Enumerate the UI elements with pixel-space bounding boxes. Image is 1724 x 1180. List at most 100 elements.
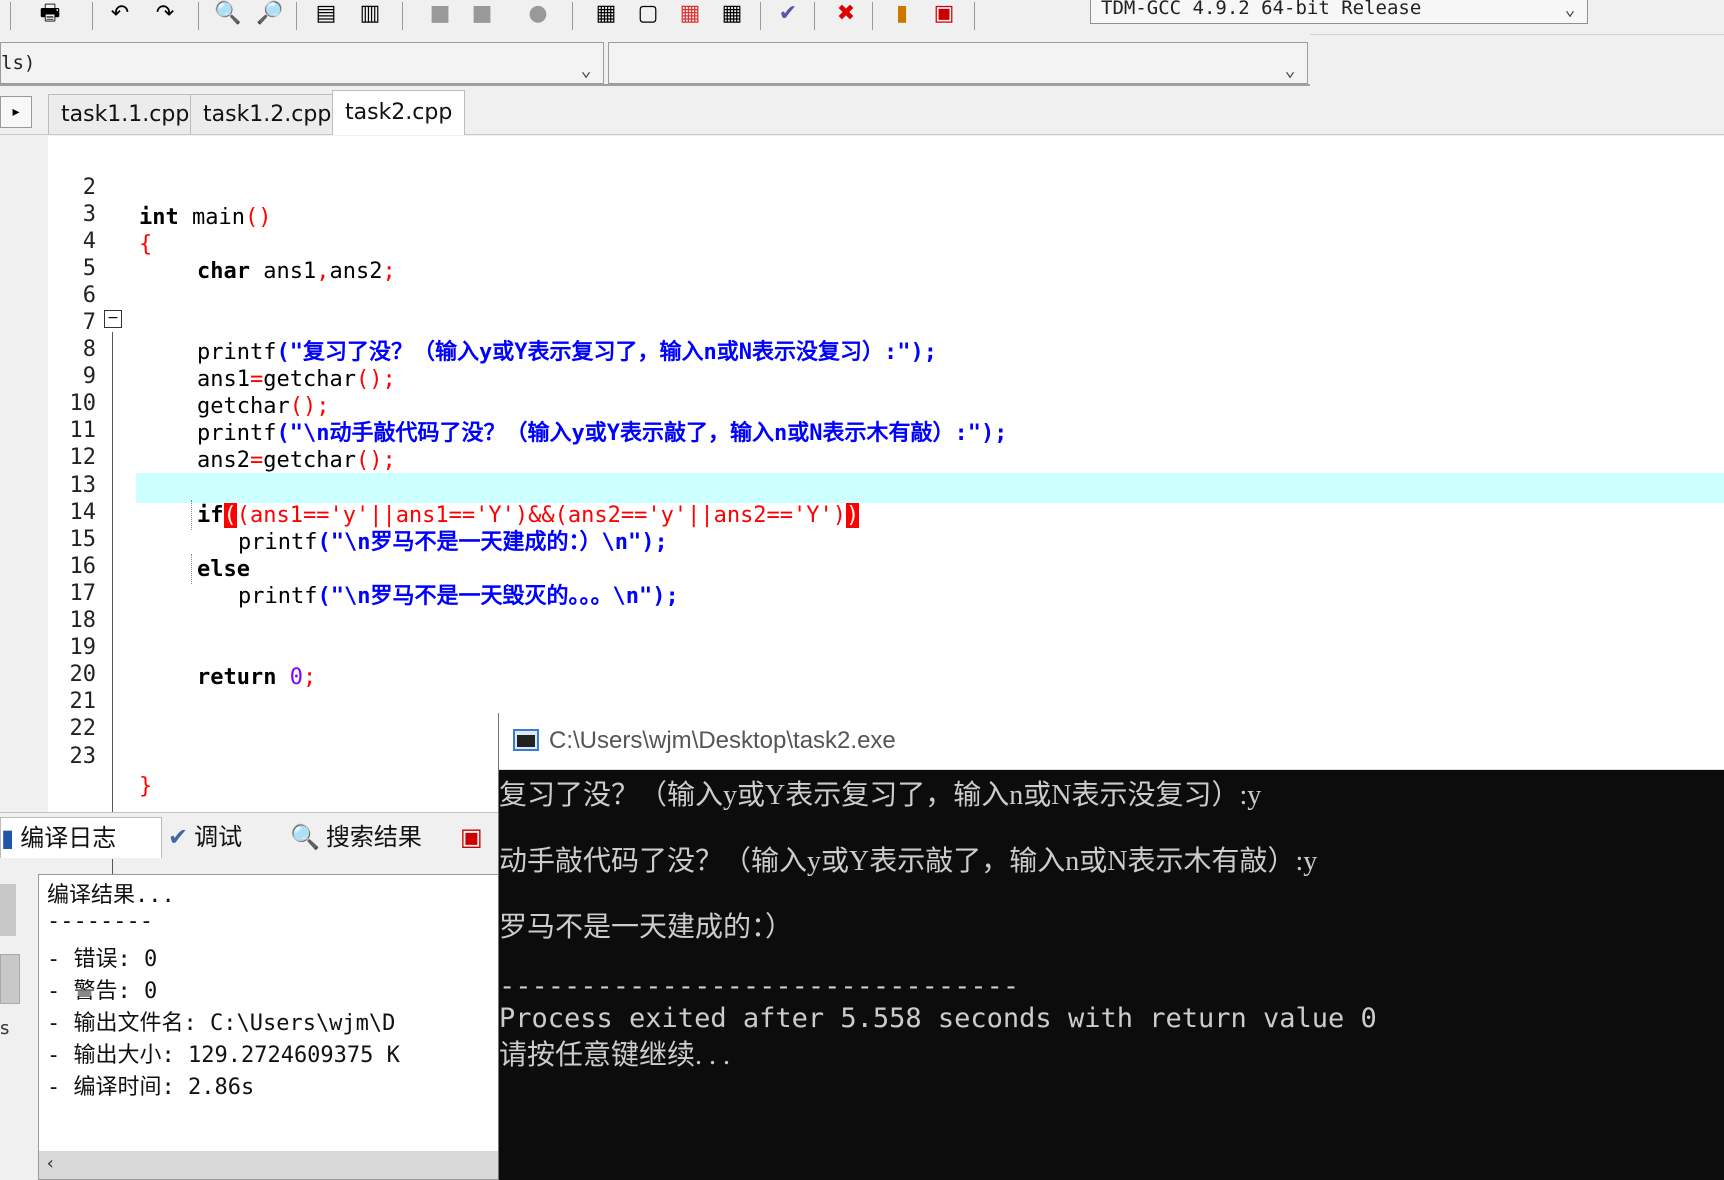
log-line: --------: [47, 909, 153, 934]
code-line: 17: [48, 549, 1724, 606]
code-line: 10 printf("\n动手敲代码了没？（输入y或Y表示敲了，输入n或N表示木…: [48, 359, 1724, 446]
console-line: Process exited after 5.558 seconds with …: [499, 1003, 1377, 1034]
tab-task1-2[interactable]: task1.2.cpp: [190, 94, 345, 134]
new-file-icon[interactable]: ▢: [628, 0, 668, 28]
code-line: 9 getchar();: [48, 332, 1724, 419]
class-browser-bar: ls) ⌄ ⌄: [0, 34, 1310, 86]
find-icon[interactable]: 🔍: [208, 0, 248, 28]
tab-close-icon[interactable]: ▣: [460, 817, 483, 857]
replace-icon[interactable]: 🔎: [250, 0, 290, 28]
console-line: 请按任意键继续. . .: [499, 1040, 731, 1071]
code-line: 6: [48, 251, 1724, 308]
code-line: 19 return 0;: [48, 603, 1724, 690]
code-line: 22: [48, 684, 1724, 741]
stop-icon[interactable]: ●: [518, 0, 558, 28]
log-line: - 警告: 0: [47, 979, 158, 1004]
toolbar-separator: [92, 2, 93, 30]
editor-tabs: ▸ task1.1.cpp task1.2.cpp task2.cpp: [0, 90, 1724, 135]
toolbar-separator: [572, 2, 573, 30]
log-line: - 输出文件名: C:\Users\wjm\D: [47, 1011, 396, 1036]
tab-compile-log[interactable]: ▮ 编译日志: [0, 817, 162, 858]
code-line: 15 else: [48, 495, 1724, 582]
main-toolbar: 🖶 ↶ ↷ 🔍 🔎 ▤ ▥ ■ ■ ● ▦ ▢ ▦ ▦ ✔ ✖ ▮ ▣ TDM-…: [0, 0, 1724, 35]
tab-scroll-right-icon[interactable]: ▸: [0, 96, 32, 128]
bottom-left-strip: s: [0, 858, 38, 1180]
code-line: 11 ans2=getchar();: [48, 386, 1724, 473]
tab-search-results[interactable]: 🔍 搜索结果: [290, 817, 422, 857]
panel-button[interactable]: [0, 954, 20, 1004]
chevron-down-icon[interactable]: ⌄: [1559, 0, 1581, 20]
compiler-select[interactable]: TDM-GCC 4.9.2 64-bit Release ⌄: [1090, 0, 1588, 24]
chart-icon: ▮: [1, 824, 15, 852]
grid-icon[interactable]: ▦: [712, 0, 752, 28]
code-line: 12: [48, 413, 1724, 470]
console-line: 罗马不是一天建成的：）: [499, 912, 794, 943]
code-line: 2 int main(): [48, 143, 1724, 230]
tab-label: task2.cpp: [345, 100, 453, 125]
code-line: 16 printf("\n罗马不是一天毁灭的。。。\n");: [48, 522, 1724, 609]
toolbar-separator: [760, 2, 761, 30]
tab-task1-1[interactable]: task1.1.cpp: [48, 94, 203, 134]
left-panel-strip: [0, 136, 49, 812]
code-line: 18: [48, 576, 1724, 633]
indent-icon[interactable]: ▤: [306, 0, 346, 28]
print-icon[interactable]: 🖶: [30, 0, 70, 28]
tab-label: task1.1.cpp: [61, 102, 190, 127]
new-project-icon[interactable]: ▦: [586, 0, 626, 28]
unindent-icon[interactable]: ▥: [350, 0, 390, 28]
horizontal-scrollbar[interactable]: ‹: [39, 1151, 501, 1179]
toolbar-separator: [10, 2, 11, 30]
tab-label: 编译日志: [20, 824, 117, 852]
panel-button[interactable]: [0, 884, 16, 936]
toolbar-separator: [296, 2, 297, 30]
member-combo[interactable]: ⌄: [608, 42, 1308, 84]
code-editor[interactable]: − 2 int main() 3 { 4 char ans1,ans2; 5 6…: [48, 136, 1724, 923]
delete-profile-icon[interactable]: ▣: [924, 0, 964, 28]
undo-icon[interactable]: ↶: [100, 0, 140, 28]
log-line: - 错误: 0: [47, 947, 158, 972]
profile-chart-icon[interactable]: ▮: [882, 0, 922, 28]
strip-text: s: [0, 1018, 10, 1039]
toolbar-separator: [974, 2, 975, 30]
scroll-left-icon[interactable]: ‹: [45, 1153, 56, 1174]
tab-label: 搜索结果: [325, 823, 422, 851]
class-combo[interactable]: ls) ⌄: [0, 42, 604, 84]
delete-icon[interactable]: ✖: [826, 0, 866, 28]
code-line: 5: [48, 224, 1724, 281]
windows-icon[interactable]: ▦: [670, 0, 710, 28]
toolbar-separator: [402, 2, 403, 30]
redo-icon[interactable]: ↷: [145, 0, 185, 28]
tab-label: 调试: [194, 823, 243, 851]
console-title-bar[interactable]: C:\Users\wjm\Desktop\task2.exe: [499, 713, 1724, 770]
close-icon: ▣: [460, 823, 483, 851]
toolbar-separator: [198, 2, 199, 30]
log-line: 编译结果...: [47, 883, 175, 908]
code-line: 4 char ans1,ans2;: [48, 197, 1724, 284]
console-window[interactable]: C:\Users\wjm\Desktop\task2.exe 复习了没？（输入y…: [498, 713, 1724, 1180]
console-app-icon: [513, 729, 539, 751]
console-line: 复习了没？（输入y或Y表示复习了，输入n或N表示没复习）:y: [499, 780, 1262, 811]
code-line: 3 {: [48, 170, 1724, 257]
class-combo-value: ls): [1, 52, 36, 74]
bookmark-toggle-icon[interactable]: ■: [420, 0, 460, 28]
tab-task2[interactable]: task2.cpp: [332, 90, 466, 135]
code-line: 20: [48, 630, 1724, 687]
chevron-down-icon[interactable]: ⌄: [575, 51, 597, 81]
code-line-current: 13 if((ans1=='y'||ans1=='Y')&&(ans2=='y'…: [48, 441, 1724, 528]
search-icon: 🔍: [290, 823, 320, 851]
console-line: --------------------------------: [499, 971, 1020, 1002]
chevron-down-icon[interactable]: ⌄: [1279, 51, 1301, 81]
code-line: 14 printf("\n罗马不是一天建成的：）\n");: [48, 468, 1724, 555]
log-line: - 编译时间: 2.86s: [47, 1075, 255, 1100]
line-number: 23: [69, 744, 97, 769]
bookmark-goto-icon[interactable]: ■: [462, 0, 502, 28]
check-syntax-icon[interactable]: ✔: [768, 0, 808, 28]
log-line: - 输出大小: 129.2724609375 K: [47, 1043, 400, 1068]
toolbar-separator: [872, 2, 873, 30]
console-title: C:\Users\wjm\Desktop\task2.exe: [549, 727, 896, 754]
toolbar-separator: [814, 2, 815, 30]
compiler-select-value: TDM-GCC 4.9.2 64-bit Release: [1101, 0, 1422, 19]
tab-debug[interactable]: ✔ 调试: [168, 817, 242, 857]
bottom-panel-tabs: ▮ 编译日志 ✔ 调试 🔍 搜索结果 ▣: [0, 812, 500, 859]
compile-log-output[interactable]: 编译结果... -------- - 错误: 0 - 警告: 0 - 输出文件名…: [38, 874, 501, 1180]
